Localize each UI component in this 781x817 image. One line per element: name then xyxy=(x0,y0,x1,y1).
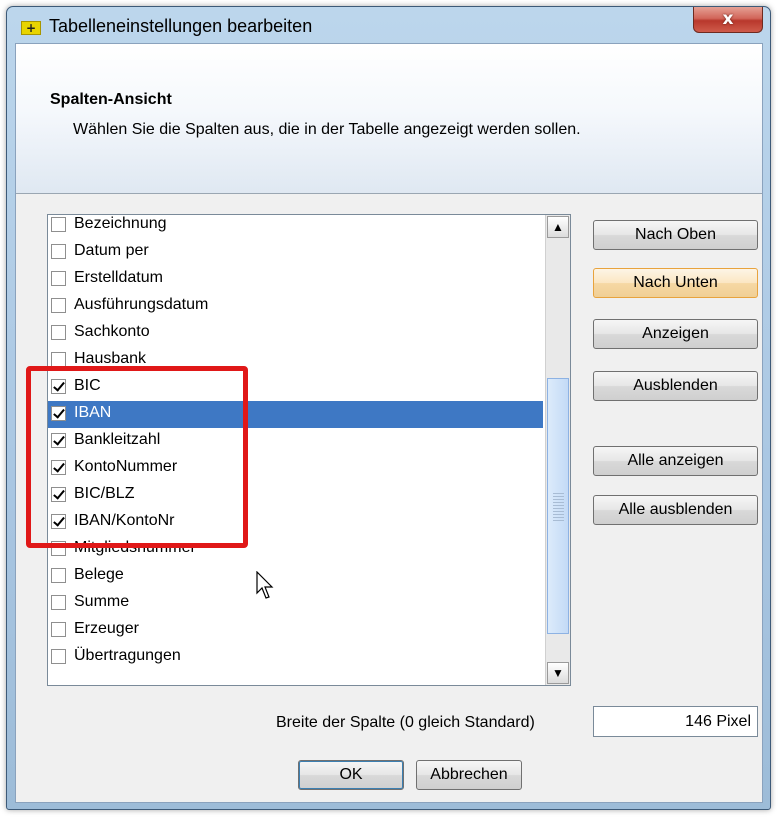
show-all-button[interactable]: Alle anzeigen xyxy=(593,446,758,476)
list-item[interactable]: Übertragungen xyxy=(48,644,543,671)
column-label: Bezeichnung xyxy=(74,215,167,232)
close-button[interactable]: x xyxy=(693,7,763,33)
dialog-header: Spalten-Ansicht Wählen Sie die Spalten a… xyxy=(16,44,762,194)
column-checkbox[interactable] xyxy=(51,325,66,340)
ok-button[interactable]: OK xyxy=(298,760,404,790)
scroll-thumb[interactable] xyxy=(547,378,569,634)
list-item[interactable]: Summe xyxy=(48,590,543,617)
column-width-input[interactable]: 146 Pixel xyxy=(593,706,758,737)
list-item[interactable]: Belege xyxy=(48,563,543,590)
mouse-cursor-icon xyxy=(256,571,274,599)
scroll-down-icon[interactable]: ▼ xyxy=(547,662,569,684)
list-item[interactable]: Ausführungsdatum xyxy=(48,293,543,320)
column-label: Belege xyxy=(74,566,124,583)
column-checkbox[interactable] xyxy=(51,244,66,259)
title-bar[interactable]: + Tabelleneinstellungen bearbeiten x xyxy=(7,7,770,43)
cancel-button[interactable]: Abbrechen xyxy=(416,760,522,790)
list-item[interactable]: Datum per xyxy=(48,239,543,266)
hide-button[interactable]: Ausblenden xyxy=(593,371,758,401)
move-up-button[interactable]: Nach Oben xyxy=(593,220,758,250)
column-checkbox[interactable] xyxy=(51,622,66,637)
column-label: Datum per xyxy=(74,242,149,259)
show-button[interactable]: Anzeigen xyxy=(593,319,758,349)
move-down-button[interactable]: Nach Unten xyxy=(593,268,758,298)
column-checkbox[interactable] xyxy=(51,217,66,232)
vertical-scrollbar[interactable]: ▲ ▼ xyxy=(545,215,570,685)
close-icon: x xyxy=(722,9,734,29)
column-label: Erzeuger xyxy=(74,620,139,637)
column-checkbox[interactable] xyxy=(51,352,66,367)
list-item[interactable]: Bezeichnung xyxy=(48,215,543,239)
column-label: Sachkonto xyxy=(74,323,150,340)
header-title: Spalten-Ansicht xyxy=(50,91,172,108)
column-checkbox[interactable] xyxy=(51,649,66,664)
column-checkbox[interactable] xyxy=(51,271,66,286)
column-label: Summe xyxy=(74,593,130,610)
grip-icon xyxy=(553,491,564,521)
header-subtitle: Wählen Sie die Spalten aus, die in der T… xyxy=(73,121,581,138)
app-icon: + xyxy=(21,21,41,35)
hide-all-button[interactable]: Alle ausblenden xyxy=(593,495,758,525)
list-item[interactable]: Sachkonto xyxy=(48,320,543,347)
column-label: Ausführungsdatum xyxy=(74,296,209,313)
scroll-up-icon[interactable]: ▲ xyxy=(547,216,569,238)
list-item[interactable]: Erstelldatum xyxy=(48,266,543,293)
column-label: Übertragungen xyxy=(74,647,181,664)
column-width-label: Breite der Spalte (0 gleich Standard) xyxy=(276,714,535,731)
column-label: Erstelldatum xyxy=(74,269,163,286)
highlight-annotation xyxy=(26,366,248,548)
column-checkbox[interactable] xyxy=(51,595,66,610)
column-checkbox[interactable] xyxy=(51,568,66,583)
column-checkbox[interactable] xyxy=(51,298,66,313)
list-item[interactable]: Erzeuger xyxy=(48,617,543,644)
window-title: Tabelleneinstellungen bearbeiten xyxy=(49,16,313,36)
